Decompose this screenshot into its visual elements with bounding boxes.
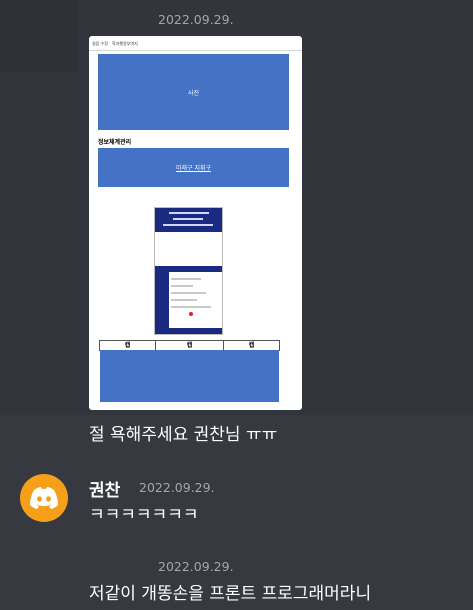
message-author[interactable]: 권찬: [89, 476, 120, 501]
table-header-cell: 캡: [156, 341, 224, 350]
message-timestamp: 2022.09.29.: [158, 559, 234, 574]
image-attachment[interactable]: 걸음 수정 학과행정부역지 사진 정보체계관리 미래구 지휘구 캡 캡 캡: [89, 36, 302, 410]
photo-placeholder: 사진: [98, 54, 289, 130]
marker-dot: [189, 312, 193, 316]
message-text: 절 욕해주세요 권찬님 ㅠㅠ: [89, 425, 278, 445]
mobile-footer: [155, 328, 222, 334]
link-box: 미래구 지휘구: [98, 148, 289, 187]
avatar[interactable]: [20, 474, 68, 522]
mobile-header: [155, 208, 222, 232]
message-text: ㅋㅋㅋㅋㅋㅋㅋ: [89, 505, 199, 525]
table-header-cell: 캡: [100, 341, 156, 350]
mobile-screenshot: [154, 207, 223, 335]
message-gutter: [0, 0, 78, 72]
table-body: [100, 350, 279, 402]
discord-logo-icon: [30, 487, 58, 509]
document-tab: 학과행정부역지: [112, 41, 138, 46]
message-timestamp: 2022.09.29.: [158, 12, 234, 27]
link-text: 미래구 지휘구: [175, 165, 212, 172]
table-header-cell: 캡: [248, 342, 255, 349]
document-tabs: 걸음 수정 학과행정부역지: [89, 36, 302, 51]
section-title: 정보체계관리: [98, 139, 132, 146]
mobile-sidebar: [155, 272, 169, 328]
message-text: 저같이 개똥손을 프론트 프로그래머라니: [89, 584, 372, 604]
photo-label: 사진: [187, 89, 200, 97]
message-timestamp: 2022.09.29.: [139, 480, 215, 495]
document-tab: 걸음 수정: [92, 41, 108, 46]
